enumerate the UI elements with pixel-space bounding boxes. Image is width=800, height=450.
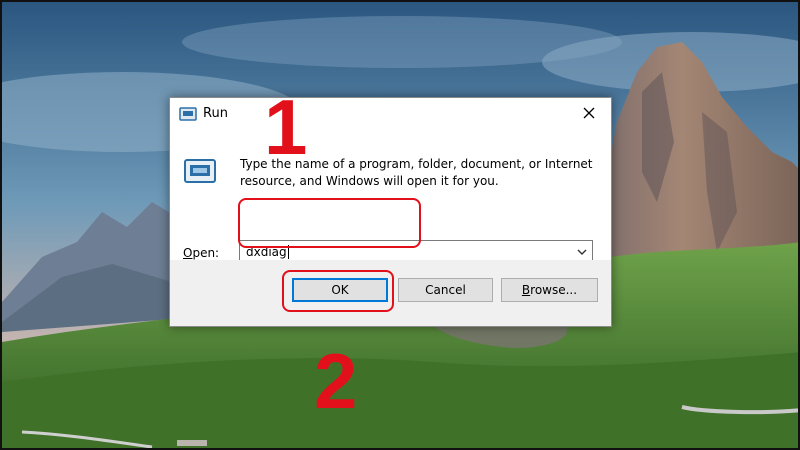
title-bar[interactable]: Run: [170, 98, 611, 130]
close-icon: [583, 107, 595, 122]
input-highlight-box: [238, 198, 421, 248]
open-label: Open:: [183, 246, 220, 260]
browse-button[interactable]: Browse...: [501, 278, 598, 302]
cancel-button[interactable]: Cancel: [398, 278, 493, 302]
chevron-down-icon[interactable]: [576, 246, 588, 258]
program-icon: [182, 154, 218, 190]
screenshot-frame: Run Type the name of a program, folder, …: [0, 0, 800, 450]
dialog-title: Run: [203, 106, 228, 121]
step-number-1: 1: [264, 83, 308, 171]
ok-highlight-box: [282, 270, 394, 312]
run-icon: [179, 106, 197, 122]
close-button[interactable]: [567, 98, 611, 130]
step-number-2: 2: [314, 337, 358, 425]
